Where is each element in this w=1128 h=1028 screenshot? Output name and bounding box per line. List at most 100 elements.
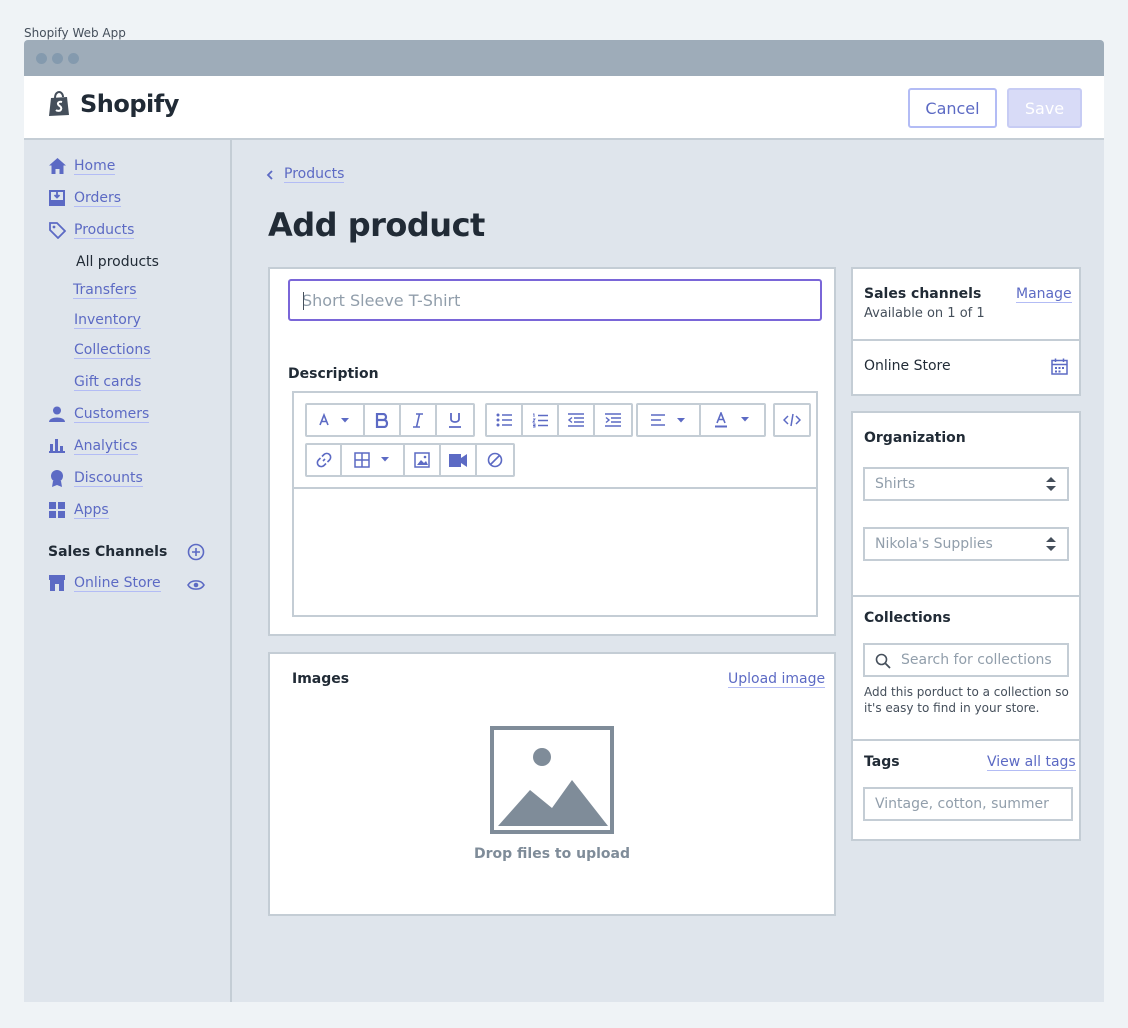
sidebar-item-label: Products <box>74 221 135 239</box>
collections-search-placeholder: Search for collections <box>901 652 1052 668</box>
save-button[interactable]: Save <box>1007 88 1082 128</box>
chevron-left-icon <box>266 169 273 180</box>
insert-image-button[interactable] <box>405 445 441 475</box>
add-sales-channel-icon[interactable] <box>187 543 205 565</box>
home-icon <box>48 157 66 175</box>
bulleted-list-icon <box>496 413 512 427</box>
card-divider <box>853 595 1079 597</box>
sidebar-subitem-collections[interactable]: Collections <box>74 342 151 359</box>
window-chrome <box>24 40 1104 76</box>
numbered-list-button[interactable] <box>523 405 559 435</box>
window-minimize-dot[interactable] <box>52 53 63 64</box>
sidebar-subitem-transfers[interactable]: Transfers <box>73 282 137 299</box>
sidebar-item-label: Analytics <box>74 437 138 455</box>
bold-button[interactable] <box>365 405 401 435</box>
sidebar-item-analytics[interactable]: Analytics <box>48 437 138 455</box>
help-line: Add this porduct to a collection so <box>864 685 1069 699</box>
help-line: it's easy to find in your store. <box>864 701 1040 715</box>
window-close-dot[interactable] <box>36 53 47 64</box>
apps-grid-icon <box>48 501 66 519</box>
insert-table-dropdown[interactable] <box>342 445 405 475</box>
insert-link-button[interactable] <box>307 445 342 475</box>
sales-channels-heading: Sales Channels <box>48 544 168 560</box>
text-color-icon <box>714 412 749 428</box>
person-icon <box>48 405 66 423</box>
align-left-icon <box>650 414 685 426</box>
sidebar-item-label: Online Store <box>74 574 161 592</box>
discount-icon <box>48 469 66 487</box>
sidebar-item-discounts[interactable]: Discounts <box>48 469 143 487</box>
text-color-dropdown[interactable] <box>701 405 764 435</box>
main-content: Products Add product Short Sleeve T-Shir… <box>234 140 1104 1002</box>
search-icon <box>875 653 891 669</box>
sidebar-item-products[interactable]: Products <box>48 221 135 239</box>
shopping-bag-icon <box>49 91 69 116</box>
sidebar-item-label: Orders <box>74 189 122 207</box>
description-label: Description <box>288 366 379 382</box>
sidebar-item-apps[interactable]: Apps <box>48 501 109 519</box>
outdent-button[interactable] <box>559 405 595 435</box>
cancel-button[interactable]: Cancel <box>908 88 997 128</box>
product-title-input[interactable]: Short Sleeve T-Shirt <box>288 279 822 321</box>
select-arrows-icon <box>1046 477 1056 491</box>
organization-card: Organization Shirts Nikola's Supplies Co… <box>851 411 1081 841</box>
font-size-dropdown[interactable] <box>307 405 365 435</box>
sidebar-item-home[interactable]: Home <box>48 157 116 175</box>
sidebar-item-label: Customers <box>74 405 150 423</box>
source-code-button[interactable] <box>775 405 809 435</box>
vendor-select[interactable]: Nikola's Supplies <box>863 527 1069 561</box>
indent-button[interactable] <box>595 405 631 435</box>
sidebar-subitem-all-products[interactable]: All products <box>76 254 159 270</box>
sidebar-item-label: Discounts <box>74 469 143 487</box>
underline-button[interactable] <box>437 405 473 435</box>
code-icon <box>783 413 801 427</box>
vendor-value: Nikola's Supplies <box>875 536 993 552</box>
sidebar-item-customers[interactable]: Customers <box>48 405 150 423</box>
drop-files-text: Drop files to upload <box>474 846 630 862</box>
card-divider <box>853 739 1079 741</box>
shopify-logo[interactable]: Shopify <box>48 90 179 118</box>
toolbar-group-code <box>773 403 811 437</box>
sidebar: Home Orders Products All products Transf… <box>24 140 232 1002</box>
images-card: Images Upload image Drop files to upload <box>268 652 836 916</box>
images-heading: Images <box>292 671 350 687</box>
font-icon <box>319 413 349 426</box>
sidebar-item-online-store[interactable]: Online Store <box>48 574 161 592</box>
alignment-dropdown[interactable] <box>638 405 701 435</box>
brand-name: Shopify <box>80 90 179 118</box>
description-text-area[interactable] <box>294 489 816 615</box>
card-divider <box>853 339 1079 341</box>
view-all-tags-link[interactable]: View all tags <box>987 754 1076 771</box>
bulleted-list-button[interactable] <box>487 405 523 435</box>
availability-text: Available on 1 of 1 <box>864 306 985 321</box>
product-type-select[interactable]: Shirts <box>863 467 1069 501</box>
clear-formatting-icon <box>487 452 503 468</box>
product-type-value: Shirts <box>875 476 916 492</box>
toolbar-group-lists <box>485 403 633 437</box>
window-caption: Shopify Web App <box>24 26 126 40</box>
calendar-icon[interactable] <box>1051 358 1068 379</box>
store-icon <box>48 574 66 592</box>
window-maximize-dot[interactable] <box>68 53 79 64</box>
orders-icon <box>48 189 66 207</box>
upload-image-link[interactable]: Upload image <box>728 671 826 688</box>
clear-formatting-button[interactable] <box>477 445 513 475</box>
insert-video-button[interactable] <box>441 445 477 475</box>
sales-channels-card: Sales channels Manage Available on 1 of … <box>851 267 1081 396</box>
collections-heading: Collections <box>864 610 951 626</box>
italic-button[interactable] <box>401 405 437 435</box>
toolbar-group-font <box>305 403 475 437</box>
image-placeholder-icon[interactable] <box>490 726 614 834</box>
sidebar-item-orders[interactable]: Orders <box>48 189 122 207</box>
breadcrumb[interactable]: Products <box>266 166 345 183</box>
video-icon <box>449 453 467 467</box>
breadcrumb-products-link[interactable]: Products <box>284 166 345 183</box>
tags-input[interactable]: Vintage, cotton, summer <box>863 787 1073 821</box>
view-store-eye-icon[interactable] <box>187 576 205 595</box>
collections-search-input[interactable]: Search for collections <box>863 643 1069 677</box>
sidebar-subitem-gift-cards[interactable]: Gift cards <box>74 374 142 391</box>
tag-icon <box>48 221 66 239</box>
sidebar-subitem-inventory[interactable]: Inventory <box>74 312 141 329</box>
manage-channels-link[interactable]: Manage <box>1016 286 1072 303</box>
toolbar-group-align-color <box>636 403 766 437</box>
